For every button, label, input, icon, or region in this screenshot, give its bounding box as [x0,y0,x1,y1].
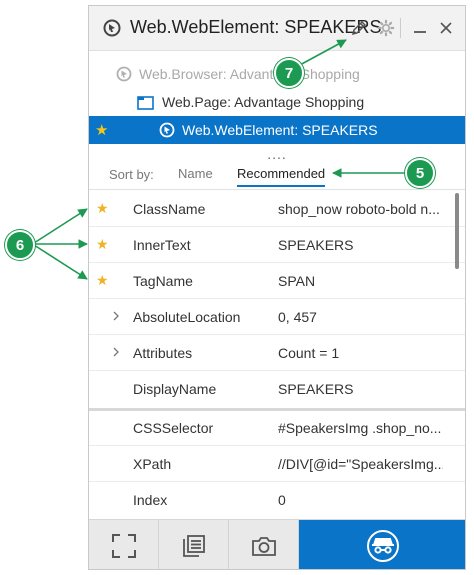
callout-7-arrow [297,39,347,67]
callout-7: 7 [274,58,304,88]
callout-6: 6 [5,230,35,260]
callout-5: 5 [405,158,435,188]
callout-6-arrow-c [33,244,88,280]
annotation-arrows [33,39,408,280]
callout-6-arrow-a [33,208,88,244]
